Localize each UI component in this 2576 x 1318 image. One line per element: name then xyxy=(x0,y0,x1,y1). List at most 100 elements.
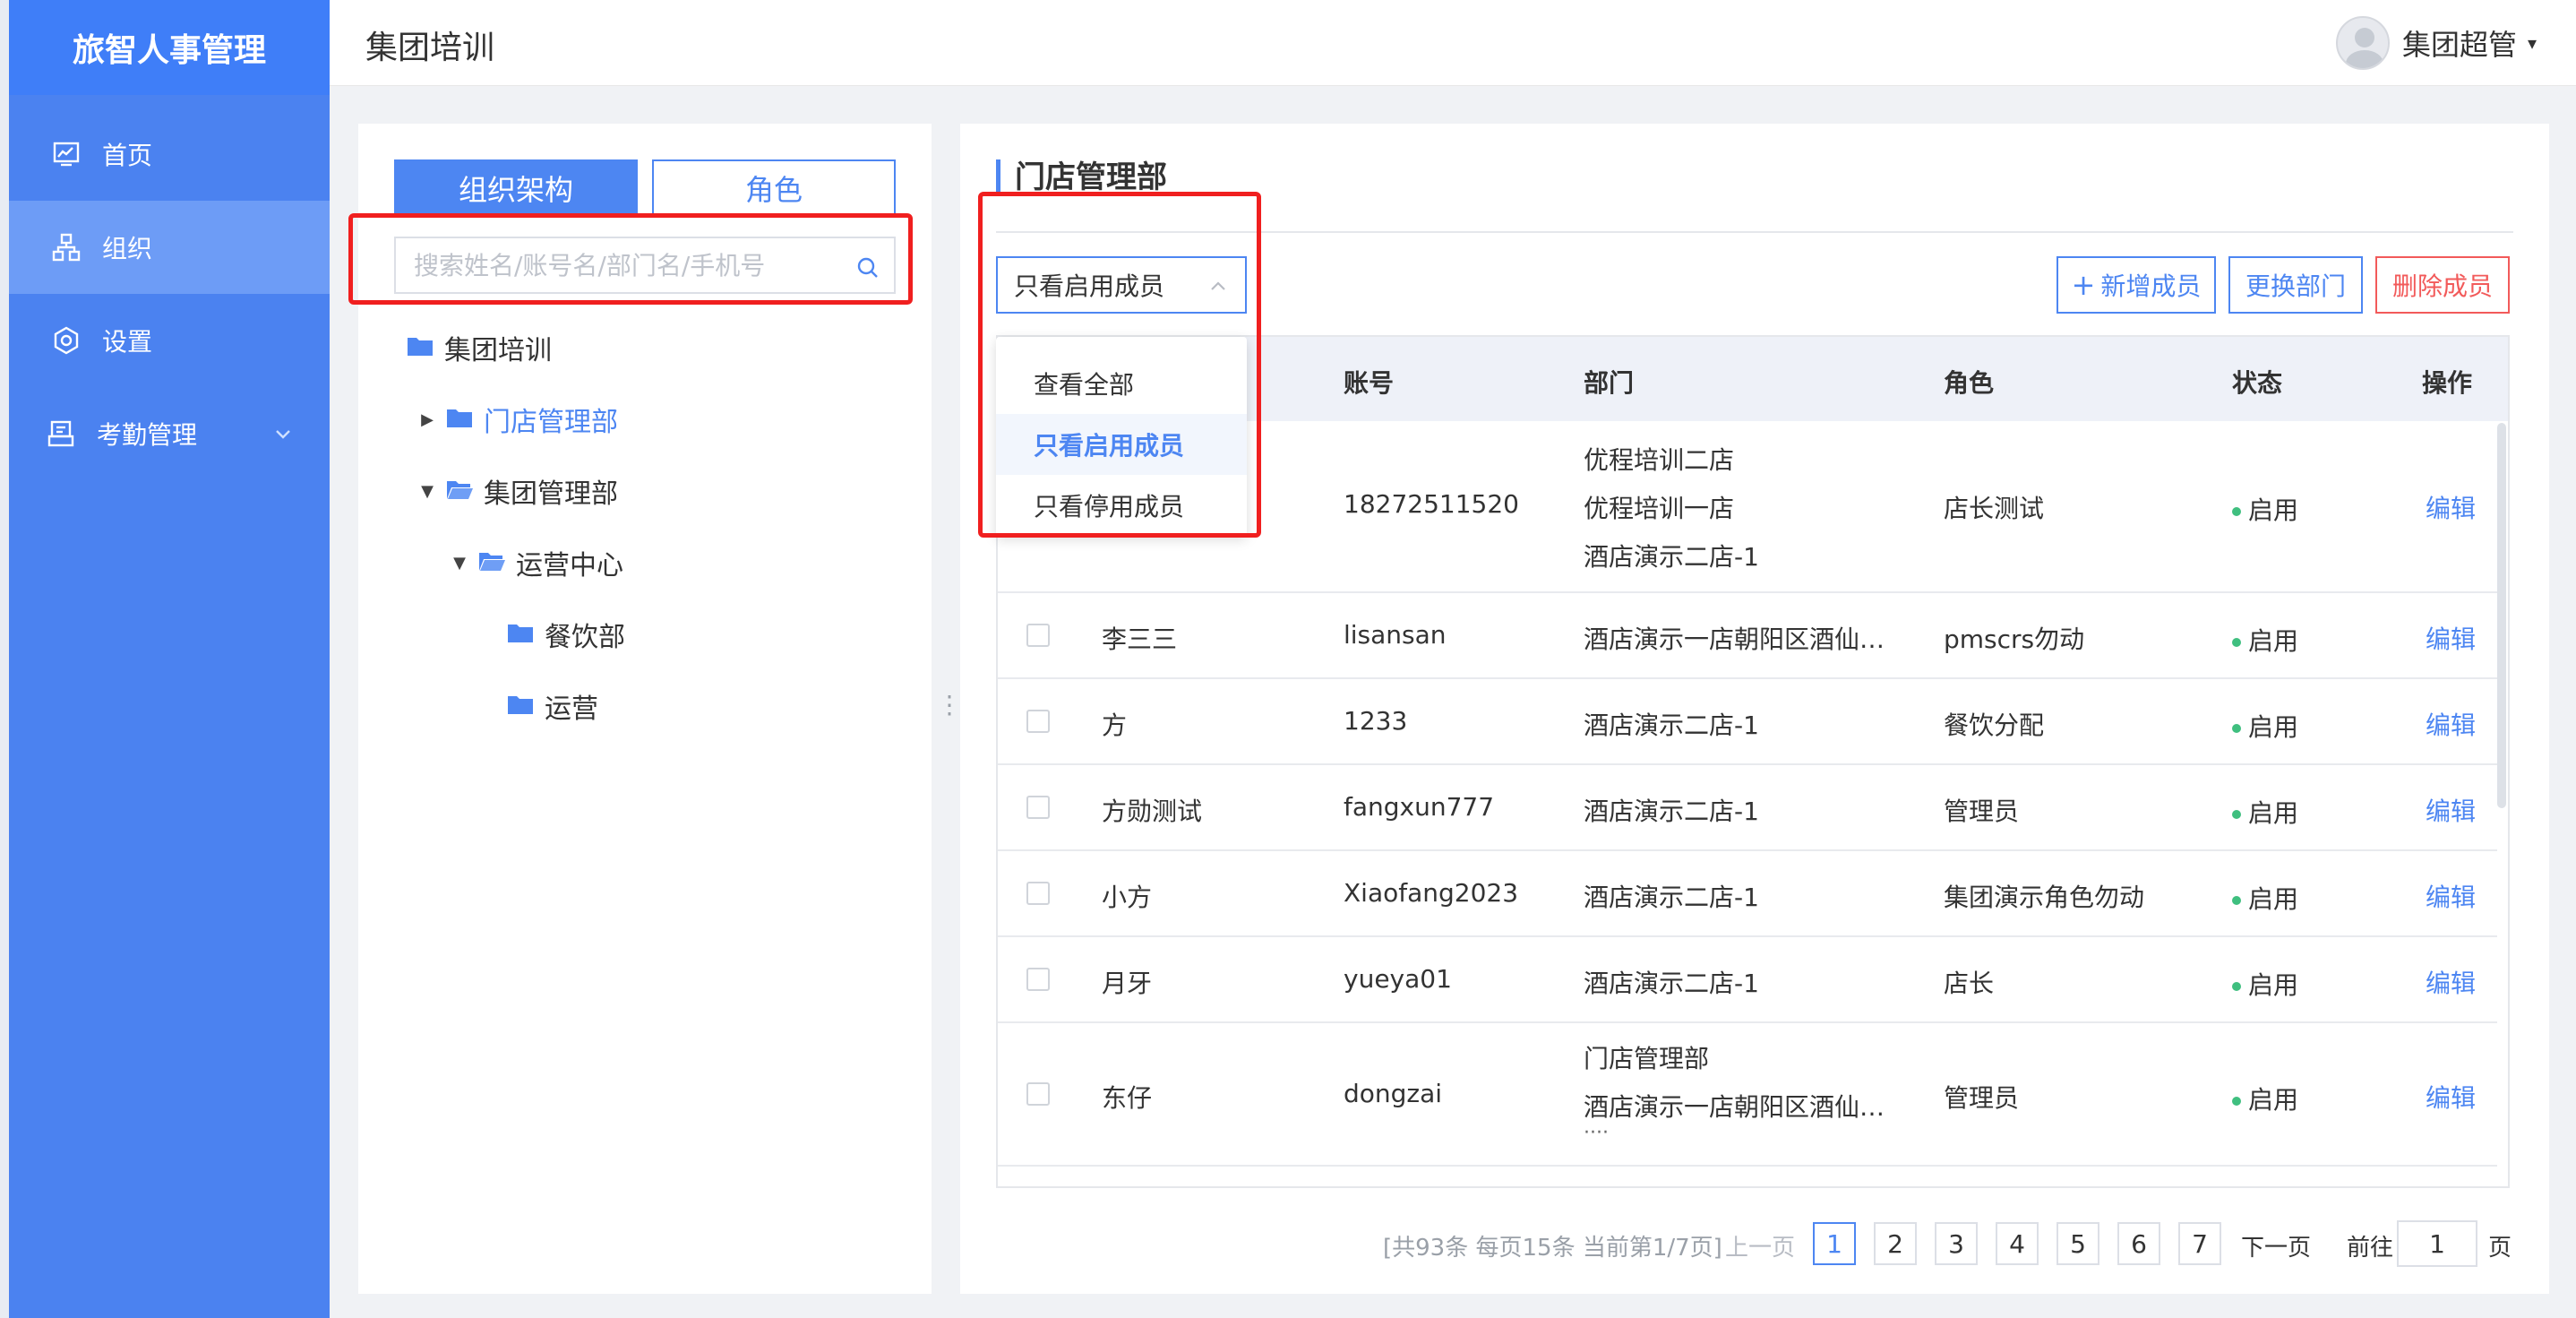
attendance-icon xyxy=(45,418,77,450)
table-row[interactable]: 小方 Xiaofang2023 酒店演示二店-1 集团演示角色勿动 启用 编辑 xyxy=(998,851,2497,937)
dept-cell: 酒店演示二店-1 xyxy=(1584,883,1759,912)
sidebar-item-label: 考勤管理 xyxy=(97,420,198,450)
name-cell: 月牙 xyxy=(1102,969,1153,998)
table-row[interactable]: 月牙 yueya01 酒店演示二店-1 店长 启用 编辑 xyxy=(998,937,2497,1023)
goto-label: 前往 xyxy=(2347,1235,2394,1262)
role-cell: 餐饮分配 xyxy=(1944,711,2045,740)
sidebar-item-label: 设置 xyxy=(102,327,153,357)
page-2-button[interactable]: 2 xyxy=(1874,1222,1917,1265)
org-icon xyxy=(50,231,82,263)
account-cell: 18272511520 xyxy=(1344,489,1519,519)
row-checkbox[interactable] xyxy=(1026,796,1050,819)
caret-right-icon[interactable]: ▶ xyxy=(417,410,437,429)
page-3-button[interactable]: 3 xyxy=(1935,1222,1978,1265)
edit-link[interactable]: 编辑 xyxy=(2426,706,2476,742)
user-menu[interactable]: 集团超管 ▾ xyxy=(2335,16,2537,70)
name-cell: 小方 xyxy=(1102,883,1153,912)
account-cell: dongzai xyxy=(1344,1079,1443,1108)
caret-down-icon: ▾ xyxy=(2527,32,2537,54)
gear-icon xyxy=(50,324,82,357)
edit-link[interactable]: 编辑 xyxy=(2426,489,2476,525)
dept-cell: 酒店演示一店朝阳区酒仙… xyxy=(1584,1092,1885,1122)
dept-cell: 优程培训二店 xyxy=(1584,445,1735,475)
plus-icon: + xyxy=(2071,268,2096,302)
dept-cell: 酒店演示二店-1 xyxy=(1584,711,1759,740)
goto-page-input[interactable] xyxy=(2397,1220,2477,1267)
status-badge: 启用 xyxy=(2232,622,2298,658)
tree-node-catering[interactable]: 餐饮部 xyxy=(507,615,625,654)
column-header: 角色 xyxy=(1944,368,1995,398)
tree-node-ops-center[interactable]: ▼ 运营中心 xyxy=(450,543,623,582)
edit-link[interactable]: 编辑 xyxy=(2426,878,2476,914)
row-checkbox[interactable] xyxy=(1026,882,1050,905)
chart-icon xyxy=(50,138,82,170)
add-member-button[interactable]: + 新增成员 xyxy=(2057,256,2216,314)
tree-node-group-mgmt[interactable]: ▼ 集团管理部 xyxy=(417,471,618,511)
account-cell: fangxun777 xyxy=(1344,792,1495,822)
tab-org-structure[interactable]: 组织架构 xyxy=(394,159,638,217)
name-cell: 方勋测试 xyxy=(1102,797,1203,826)
folder-icon xyxy=(446,404,473,435)
dept-cell: 门店管理部 xyxy=(1584,1044,1710,1073)
account-cell: Xiaofang2023 xyxy=(1344,878,1519,908)
table-row[interactable]: 东仔 dongzai 门店管理部 酒店演示一店朝阳区酒仙… ···· 管理员 启… xyxy=(998,1023,2497,1167)
tree-node-operations[interactable]: 运营 xyxy=(507,686,598,726)
tree-node-store-mgmt[interactable]: ▶ 门店管理部 xyxy=(417,400,618,439)
folder-icon xyxy=(407,332,434,364)
role-cell: 店长 xyxy=(1944,969,1995,998)
page-7-button[interactable]: 7 xyxy=(2178,1222,2221,1265)
delete-member-button[interactable]: 删除成员 xyxy=(2375,256,2510,314)
edit-link[interactable]: 编辑 xyxy=(2426,620,2476,656)
status-badge: 启用 xyxy=(2232,1081,2298,1116)
page-unit-label: 页 xyxy=(2488,1235,2512,1262)
page-4-button[interactable]: 4 xyxy=(1996,1222,2039,1265)
page-6-button[interactable]: 6 xyxy=(2117,1222,2160,1265)
top-header: 集团培训 集团超管 ▾ xyxy=(330,0,2576,86)
change-dept-button[interactable]: 更换部门 xyxy=(2228,256,2363,314)
next-page-button[interactable]: 下一页 xyxy=(2241,1229,2311,1262)
caret-down-icon[interactable]: ▼ xyxy=(450,554,469,573)
status-badge: 启用 xyxy=(2232,794,2298,830)
role-cell: 管理员 xyxy=(1944,1083,2020,1113)
column-header: 部门 xyxy=(1584,368,1635,398)
sidebar-item-org[interactable]: 组织 xyxy=(9,201,330,294)
row-checkbox[interactable] xyxy=(1026,1082,1050,1106)
dept-cell: 酒店演示二店-1 xyxy=(1584,969,1759,998)
row-checkbox[interactable] xyxy=(1026,710,1050,733)
edit-link[interactable]: 编辑 xyxy=(2426,792,2476,828)
table-scrollbar[interactable] xyxy=(2497,423,2506,808)
page-5-button[interactable]: 5 xyxy=(2057,1222,2099,1265)
dept-overflow: ···· xyxy=(1584,1122,1609,1144)
dept-cell: 优程培训一店 xyxy=(1584,494,1735,523)
sidebar: 旅智人事管理 首页 组织 设置 考勤管理 xyxy=(0,0,330,1318)
page-title: 集团培训 xyxy=(365,30,495,66)
page-1-button[interactable]: 1 xyxy=(1813,1222,1856,1265)
tab-role[interactable]: 角色 xyxy=(652,159,896,217)
prev-page-button[interactable]: 上一页 xyxy=(1725,1229,1795,1262)
table-row[interactable]: 方 1233 酒店演示二店-1 餐饮分配 启用 编辑 xyxy=(998,679,2497,765)
sidebar-item-label: 首页 xyxy=(102,141,153,170)
dept-cell: 酒店演示一店朝阳区酒仙… xyxy=(1584,625,1885,654)
account-cell: 1233 xyxy=(1344,706,1408,736)
row-checkbox[interactable] xyxy=(1026,968,1050,991)
caret-down-icon[interactable]: ▼ xyxy=(417,482,437,501)
sidebar-item-home[interactable]: 首页 xyxy=(9,108,330,201)
edit-link[interactable]: 编辑 xyxy=(2426,964,2476,1000)
tree-node-root[interactable]: 集团培训 xyxy=(407,328,552,367)
table-row[interactable]: 李三三 lisansan 酒店演示一店朝阳区酒仙… pmscrs勿动 启用 编辑 xyxy=(998,593,2497,679)
status-badge: 启用 xyxy=(2232,880,2298,916)
sidebar-item-attendance[interactable]: 考勤管理 xyxy=(9,387,330,480)
highlight-box-filter xyxy=(978,192,1261,538)
app-brand: 旅智人事管理 xyxy=(9,0,330,95)
user-name: 集团超管 xyxy=(2401,28,2517,62)
table-row[interactable]: 方勋测试 fangxun777 酒店演示二店-1 管理员 启用 编辑 xyxy=(998,765,2497,851)
chevron-down-icon[interactable] xyxy=(272,421,294,451)
edit-link[interactable]: 编辑 xyxy=(2426,1079,2476,1115)
sidebar-item-settings[interactable]: 设置 xyxy=(9,294,330,387)
sidebar-item-label: 组织 xyxy=(102,234,153,263)
row-checkbox[interactable] xyxy=(1026,624,1050,647)
dept-cell: 酒店演示二店-1 xyxy=(1584,797,1759,826)
folder-open-icon xyxy=(446,476,473,507)
dept-title: 门店管理部 xyxy=(996,159,1167,195)
folder-icon xyxy=(507,691,534,722)
